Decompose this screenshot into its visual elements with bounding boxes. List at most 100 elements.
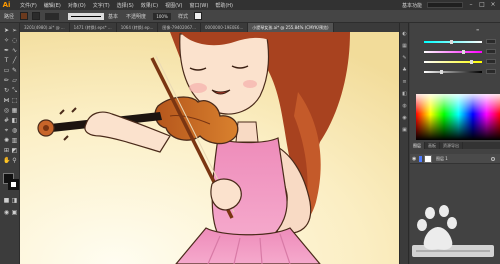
black-slider-knob[interactable] [440, 70, 443, 74]
scale-icon[interactable]: ⤡ [11, 87, 18, 94]
brush-label[interactable]: 基本 [108, 13, 118, 20]
gradient-mode-icon[interactable]: ◨ [11, 197, 18, 204]
gradient-panel-icon[interactable]: ◧ [401, 91, 408, 98]
tab-artboards[interactable]: 画板 [425, 142, 440, 149]
yellow-value[interactable] [486, 59, 496, 64]
tab-doc-5[interactable]: 0000000-19E0E6... [201, 23, 249, 32]
tab-doc-1[interactable]: 3201(4980).ai* @ ... [20, 23, 70, 32]
stroke-swatch[interactable] [32, 12, 41, 20]
paintbrush-icon[interactable]: ✎ [11, 67, 18, 74]
stroke-color-box[interactable] [8, 179, 19, 190]
tab-asset-export[interactable]: 资源导出 [440, 142, 463, 149]
minimize-icon[interactable]: – [468, 2, 474, 8]
opacity-field[interactable]: 100% [153, 12, 172, 20]
style-swatch[interactable] [194, 12, 203, 20]
pencil-icon[interactable]: ✏ [3, 77, 10, 84]
black-value[interactable] [486, 69, 496, 74]
perspective-icon[interactable]: ▦ [11, 107, 18, 114]
menu-window[interactable]: 窗口(W) [189, 2, 208, 9]
yellow-slider[interactable] [424, 61, 482, 63]
tab-doc-3[interactable]: 1064 (转换).ep... [117, 23, 159, 32]
magenta-value[interactable] [486, 49, 496, 54]
close-icon[interactable]: × [490, 2, 496, 8]
zoom-tool-icon[interactable]: ⚲ [11, 157, 18, 164]
visibility-eye-icon[interactable]: ◉ [412, 156, 416, 162]
eyedropper-icon[interactable]: ⌖ [3, 127, 10, 134]
direct-selection-tool-icon[interactable]: ➢ [11, 27, 18, 34]
menu-view[interactable]: 视图(V) [165, 2, 182, 9]
stroke-profile-dropdown[interactable] [68, 12, 105, 20]
tab-doc-2[interactable]: 1471 (转换).eps* ... [70, 23, 117, 32]
width-tool-icon[interactable]: ⋈ [3, 97, 10, 104]
rotate-icon[interactable]: ↻ [3, 87, 10, 94]
artboard-canvas[interactable] [20, 32, 399, 264]
mesh-icon[interactable]: # [3, 117, 10, 124]
graphic-styles-panel-icon[interactable]: ▣ [401, 127, 408, 134]
blend-icon[interactable]: ◍ [11, 127, 18, 134]
screen-mode-icon[interactable]: ▣ [11, 209, 18, 216]
symbol-sprayer-icon[interactable]: ✺ [3, 137, 10, 144]
cheek-left [189, 83, 207, 93]
menu-bar: Ai 文件(F) 编辑(E) 对象(O) 文字(T) 选择(S) 效果(C) 视… [0, 0, 500, 10]
tab-doc-active[interactable]: 小提琴女孩.ai* @ 255.84% (CMYK/预览) [248, 23, 334, 32]
lasso-icon[interactable]: ◌ [11, 37, 18, 44]
bow-hand [210, 178, 242, 211]
tools-panel: ➤ ➢ ✧ ◌ ✒ ∿ T ╱ ▭ ✎ ✏ ▱ ↻ ⤡ ⋈ ⬚ ◎ ▦ # ◧ … [0, 23, 20, 264]
brushes-panel-icon[interactable]: ✎ [401, 55, 408, 62]
search-field[interactable] [427, 2, 463, 8]
black-slider[interactable] [424, 71, 482, 73]
menu-bar-right: 基本功能 – □ × [402, 0, 496, 10]
tab-doc-4[interactable]: 图像-79402067... [158, 23, 201, 32]
line-tool-icon[interactable]: ╱ [11, 57, 18, 64]
free-transform-icon[interactable]: ⬚ [11, 97, 18, 104]
rectangle-tool-icon[interactable]: ▭ [3, 67, 10, 74]
yellow-slider-knob[interactable] [470, 60, 473, 64]
symbols-panel-icon[interactable]: ♣ [401, 67, 408, 74]
layer-target-icon[interactable] [491, 157, 495, 161]
workspace-switcher[interactable]: 基本功能 [402, 2, 422, 9]
hand-tool-icon[interactable]: ✋ [3, 157, 10, 164]
opacity-label: 不透明度 [126, 13, 147, 20]
cyan-value[interactable] [486, 39, 496, 44]
eraser-icon[interactable]: ▱ [11, 77, 18, 84]
fill-swatch[interactable] [20, 12, 29, 20]
tab-layers[interactable]: 图层 [410, 142, 425, 149]
appearance-panel-icon[interactable]: ◉ [401, 115, 408, 122]
selection-type: 路径 [4, 13, 15, 20]
menu-effect[interactable]: 效果(C) [141, 2, 158, 9]
cyan-slider-knob[interactable] [450, 40, 453, 44]
menu-file[interactable]: 文件(F) [20, 2, 37, 9]
stroke-weight-field[interactable] [45, 12, 60, 20]
document-tabs: 3201(4980).ai* @ ... 1471 (转换).eps* ... … [20, 23, 399, 32]
menu-help[interactable]: 帮助(H) [215, 2, 233, 9]
stroke-panel-icon[interactable]: ≡ [401, 79, 408, 86]
magenta-slider[interactable] [424, 51, 482, 53]
pen-tool-icon[interactable]: ✒ [3, 47, 10, 54]
slice-tool-icon[interactable]: ◩ [11, 147, 18, 154]
gradient-icon[interactable]: ◧ [11, 117, 18, 124]
type-tool-icon[interactable]: T [3, 57, 10, 64]
layer-row[interactable]: ◉ 图层 1 [410, 154, 500, 164]
layers-panel-tabs: 图层 画板 资源导出 [410, 142, 500, 149]
selection-tool-icon[interactable]: ➤ [3, 27, 10, 34]
maximize-icon[interactable]: □ [479, 2, 485, 8]
draw-mode-icon[interactable]: ◉ [3, 209, 10, 216]
artboard-tool-icon[interactable]: ⊞ [3, 147, 10, 154]
menu-select[interactable]: 选择(S) [117, 2, 134, 9]
curvature-icon[interactable]: ∿ [11, 47, 18, 54]
swatches-panel-icon[interactable]: ▦ [401, 43, 408, 50]
layer-name[interactable]: 图层 1 [436, 156, 448, 162]
menu-edit[interactable]: 编辑(E) [44, 2, 61, 9]
cyan-slider[interactable] [424, 41, 482, 43]
color-mode-icon[interactable]: ■ [3, 197, 10, 204]
shape-builder-icon[interactable]: ◎ [3, 107, 10, 114]
menu-object[interactable]: 对象(O) [68, 2, 86, 9]
magenta-slider-knob[interactable] [462, 50, 465, 54]
illustrator-window: Ai 文件(F) 编辑(E) 对象(O) 文字(T) 选择(S) 效果(C) 视… [0, 0, 500, 264]
panel-menu-icon[interactable]: ≡ [476, 27, 479, 33]
color-panel-icon[interactable]: ◐ [401, 31, 408, 38]
menu-type[interactable]: 文字(T) [93, 2, 110, 9]
graph-tool-icon[interactable]: ▥ [11, 137, 18, 144]
transparency-panel-icon[interactable]: ◍ [401, 103, 408, 110]
magic-wand-icon[interactable]: ✧ [3, 37, 10, 44]
